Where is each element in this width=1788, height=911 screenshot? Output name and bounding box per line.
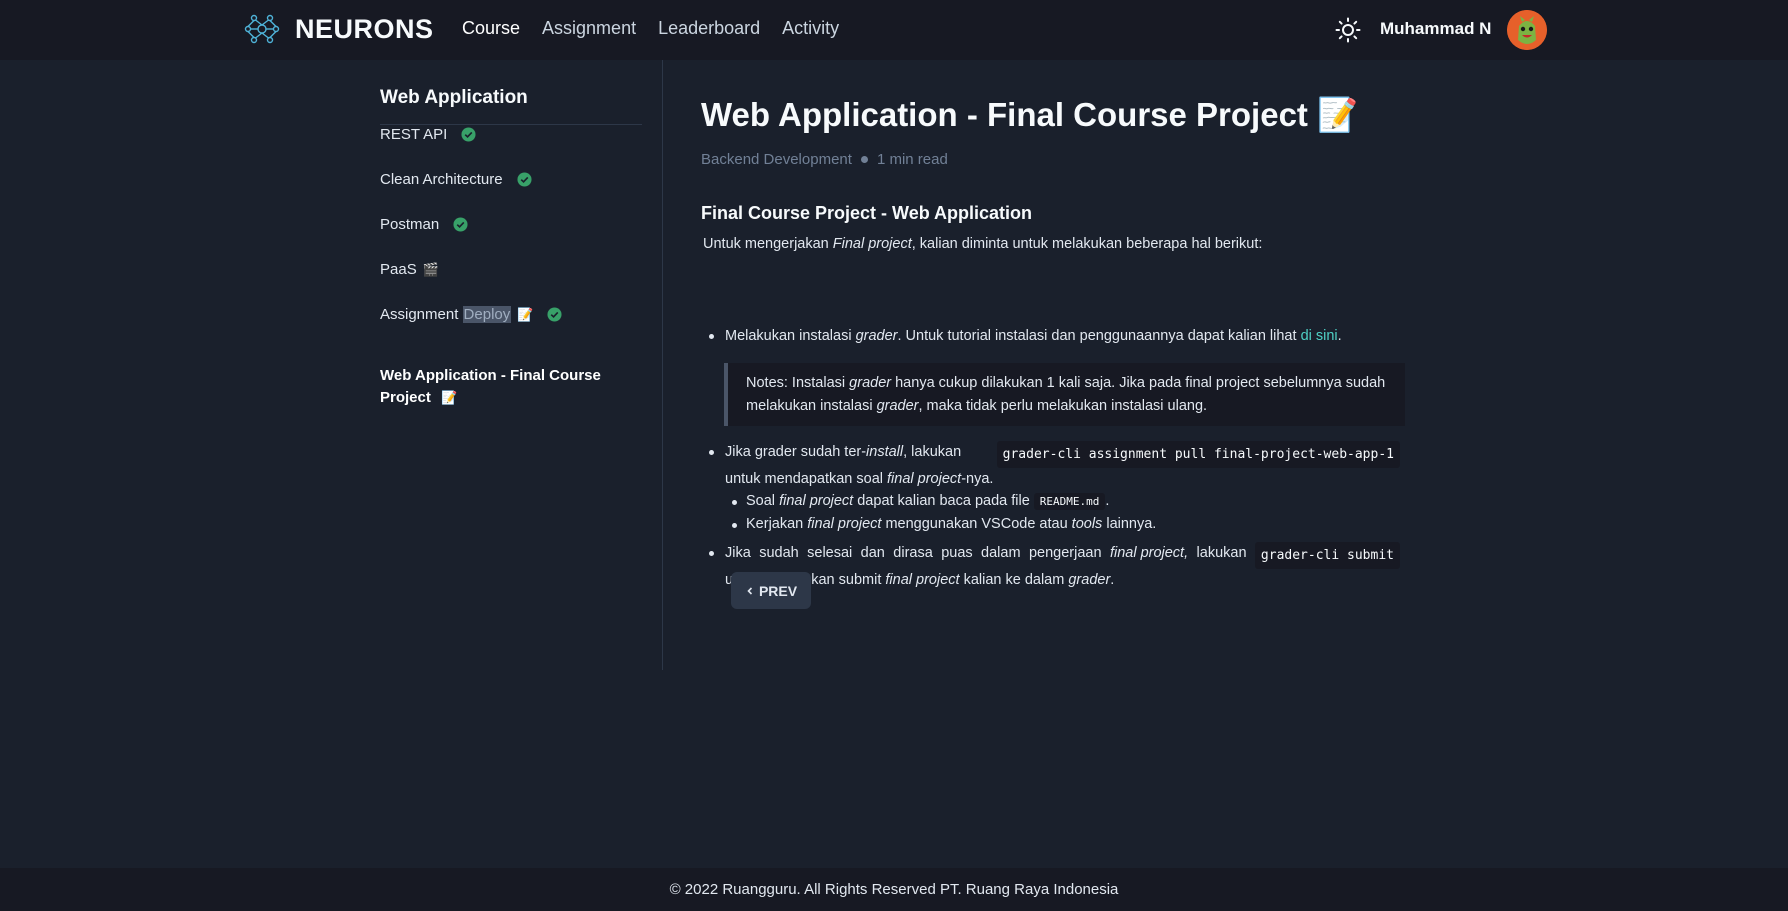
list-item: Jika sudah selesai dan dirasa puas dalam penger… — [709, 542, 1400, 592]
meta-separator — [860, 156, 868, 163]
neurons-logo-icon — [244, 14, 280, 44]
code-submit-command: grader-cli submit — [1254, 542, 1400, 569]
page-title: Web Application - Final Course Project 📝 — [701, 96, 1359, 133]
footer: © 2022 Ruangguru. All Rights Reserved PT… — [0, 868, 1788, 911]
top-navbar: NEURONS Course Assignment Leaderboard Ac… — [0, 0, 1788, 60]
memo-icon: 📝 — [441, 390, 458, 405]
username[interactable]: Muhammad N — [1380, 19, 1491, 39]
sidebar-item-highlight: Deploy — [462, 306, 512, 323]
avatar[interactable] — [1507, 10, 1547, 50]
clapperboard-icon: 🎬 — [422, 261, 439, 277]
list-item: Jika grader sudah ter-install, lakukan gr… — [709, 441, 1400, 491]
logo-text: NEURONS — [295, 13, 434, 44]
section-title: Final Course Project - Web Application — [701, 203, 1033, 223]
nav-assignment[interactable]: Assignment — [542, 18, 636, 39]
check-badge-icon — [517, 172, 532, 187]
prev-button[interactable]: PREV — [731, 572, 811, 609]
check-badge-icon — [453, 217, 468, 232]
list-item: Melakukan instalasi grader. Untuk tutori… — [709, 325, 1342, 348]
code-readme: README.md — [1033, 493, 1106, 510]
vertical-divider — [662, 60, 663, 670]
logo[interactable]: NEURONS — [243, 10, 434, 48]
footer-text: © 2022 Ruangguru. All Rights Reserved PT… — [669, 881, 1119, 898]
check-badge-icon — [547, 307, 562, 322]
sidebar-item-label: Assignment — [380, 306, 459, 323]
sidebar-item-label: Clean Architecture — [380, 171, 503, 188]
nav-activity[interactable]: Activity — [782, 18, 839, 39]
sub-list-item: Kerjakan final project menggunakan VSCod… — [731, 516, 1157, 532]
memo-icon: 📝 — [517, 306, 534, 322]
sidebar-item-rest-api[interactable]: REST API — [380, 126, 476, 143]
sidebar-item-label: Web Application - Final Course Project — [380, 367, 601, 406]
prev-label: PREV — [758, 582, 798, 599]
sidebar-item-assignment-deploy[interactable]: Assignment Deploy 📝 — [380, 306, 562, 323]
sidebar-divider — [380, 124, 642, 125]
category-label: Backend Development — [701, 151, 852, 168]
code-pull-command: grader-cli assignment pull final-project… — [996, 441, 1400, 468]
tutorial-link[interactable]: di sini — [1301, 328, 1338, 344]
check-badge-icon — [461, 127, 476, 142]
sidebar-item-label: PaaS — [380, 261, 417, 278]
notes-blockquote: Notes: Instalasi grader hanya cukup dila… — [724, 363, 1405, 426]
avatar-image — [1507, 10, 1547, 50]
sun-icon[interactable] — [1335, 17, 1361, 43]
sidebar-item-label: Postman — [380, 216, 440, 233]
lesson-meta: Backend Development 1 min read — [701, 151, 948, 168]
sidebar-item-paas[interactable]: PaaS 🎬 — [380, 261, 439, 278]
notes-text: Notes: Instalasi grader hanya cukup dila… — [746, 375, 1386, 414]
nav-course[interactable]: Course — [462, 18, 520, 39]
sidebar-item-postman[interactable]: Postman — [380, 216, 468, 233]
main-nav: Course Assignment Leaderboard Activity — [462, 18, 839, 39]
nav-leaderboard[interactable]: Leaderboard — [658, 18, 760, 39]
sidebar-item-label: REST API — [380, 126, 448, 143]
intro-text: Untuk mengerjakan Final project, kalian … — [703, 236, 1263, 252]
sidebar-item-clean-architecture[interactable]: Clean Architecture — [380, 171, 532, 188]
sidebar-title: Web Application — [380, 87, 528, 108]
read-time: 1 min read — [876, 151, 948, 168]
sidebar-item-final-project[interactable]: Web Application - Final Course Project 📝 — [380, 365, 610, 409]
chevron-left-icon — [747, 586, 753, 595]
sub-list-item: Soal final project dapat kalian baca pad… — [731, 493, 1110, 510]
